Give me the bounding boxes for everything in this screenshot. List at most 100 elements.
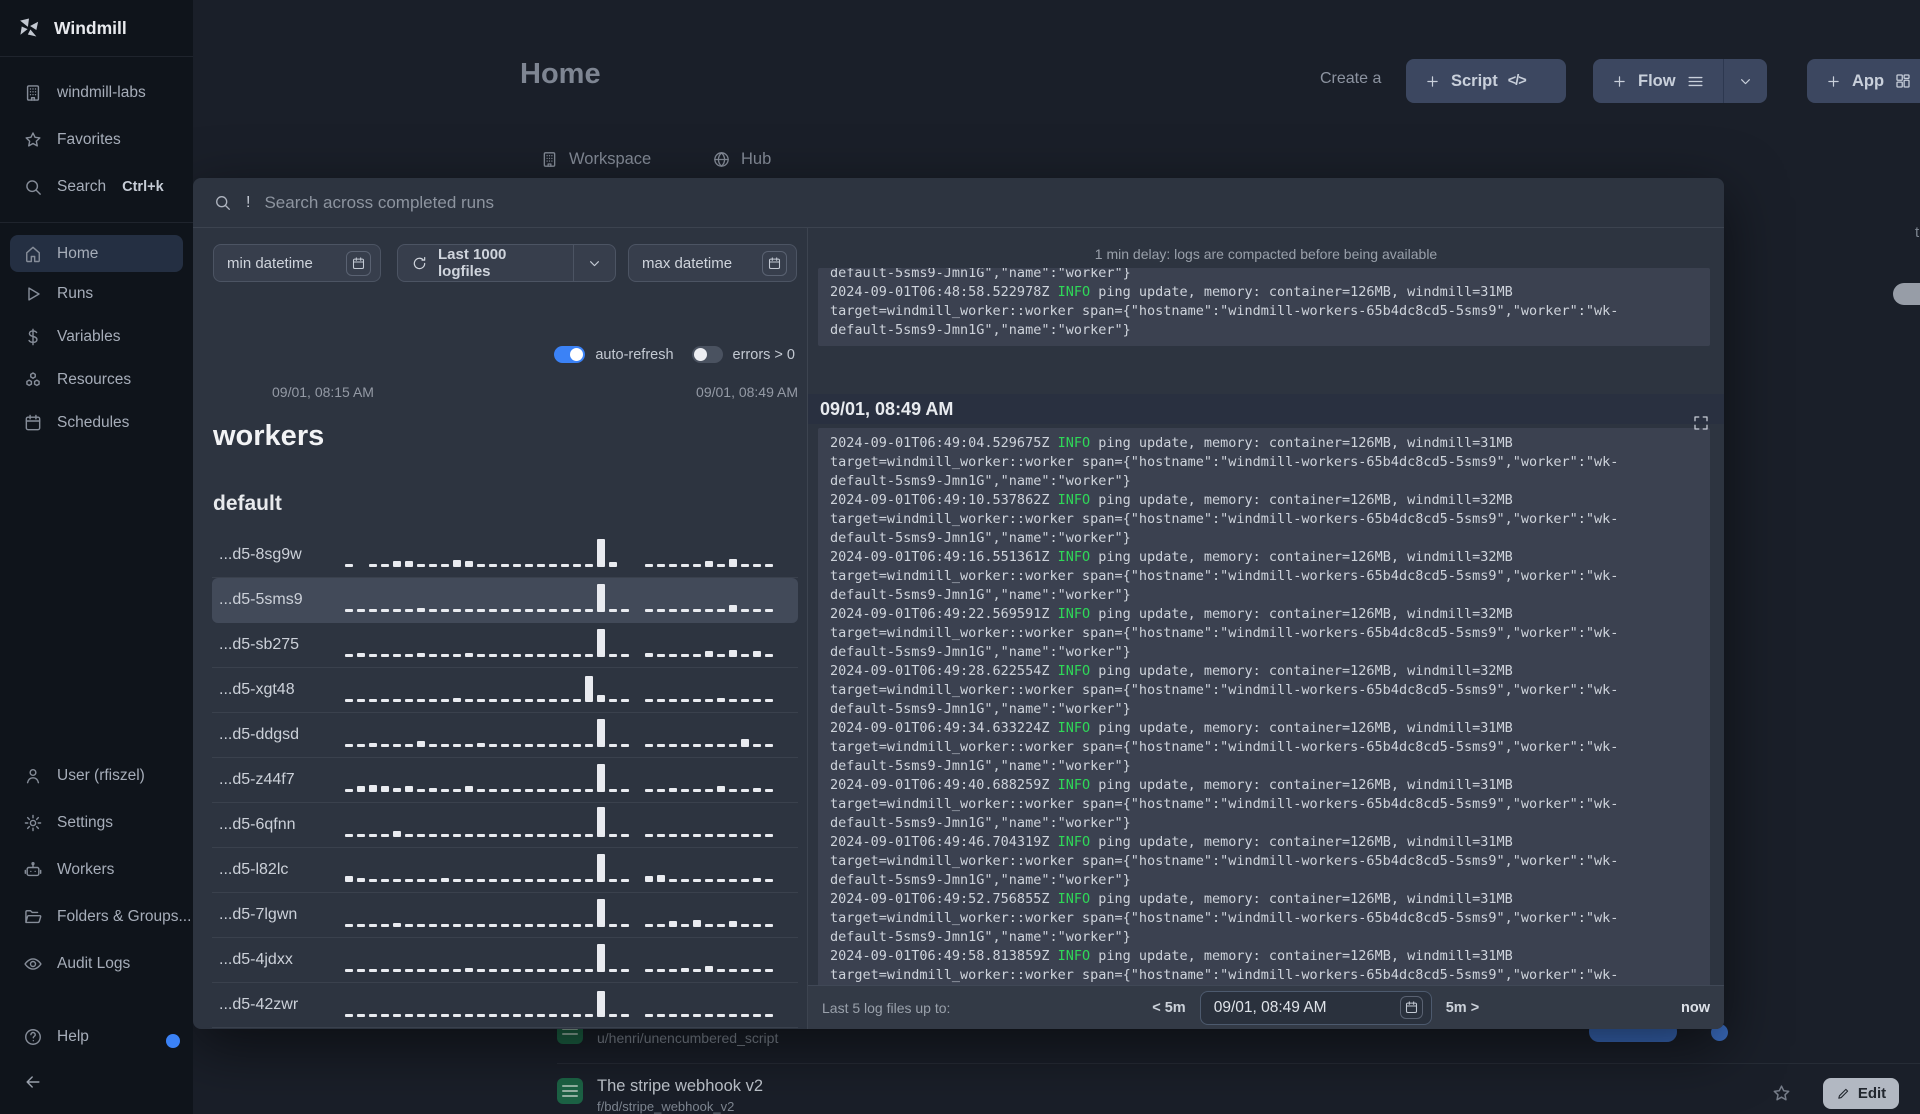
range-end-label: 09/01, 08:49 AM (696, 384, 798, 400)
log-entry-line: 2024-09-01T06:49:28.622554Z INFO ping up… (830, 663, 1513, 679)
worker-name: ...d5-z44f7 (219, 771, 295, 788)
log-entry-line: 2024-09-01T06:49:22.569591Z INFO ping up… (830, 606, 1513, 622)
worker-row[interactable]: ...d5-5sms9 (212, 578, 798, 623)
worker-row[interactable]: ...d5-ddgsd (212, 713, 798, 758)
script-path[interactable]: u/henri/unencumbered_script (597, 1030, 778, 1046)
create-app-button[interactable]: App (1807, 59, 1920, 103)
worker-logs-modal: ! min datetime Last 1000 logfiles max da… (193, 178, 1724, 1029)
log-entry-line: 2024-09-01T06:49:58.813859Z INFO ping up… (830, 948, 1513, 964)
worker-row[interactable]: ...d5-l82lc (212, 848, 798, 893)
collapse-sidebar-icon[interactable] (0, 1060, 193, 1104)
chevron-down-icon[interactable] (573, 245, 615, 281)
sidebar-item-folders-groups[interactable]: Folders & Groups... (0, 893, 193, 940)
worker-activity-sparkline (345, 674, 798, 706)
auto-refresh-label: auto-refresh (595, 346, 674, 363)
worker-row[interactable]: ...d5-8sg9w (212, 533, 798, 578)
tab-workspace[interactable]: Workspace (540, 150, 651, 169)
worker-name: ...d5-l82lc (219, 861, 289, 878)
sidebar-item-workers[interactable]: Workers (0, 846, 193, 893)
worker-row[interactable]: ...d5-4jdxx (212, 938, 798, 983)
sidebar-item-schedules[interactable]: Schedules (0, 401, 193, 444)
home-icon (23, 244, 43, 264)
worker-name: ...d5-7lgwn (219, 906, 298, 923)
logfiles-select[interactable]: Last 1000 logfiles (397, 244, 616, 282)
worker-name: ...d5-8sg9w (219, 546, 302, 563)
plus-icon (1611, 73, 1628, 90)
search-icon (23, 177, 43, 197)
pencil-icon (1836, 1086, 1851, 1101)
sidebar-item-resources[interactable]: Resources (0, 358, 193, 401)
sidebar-item-search[interactable]: Search Ctrl+k (0, 163, 193, 210)
footer-label: Last 5 log files up to: (822, 999, 951, 1016)
auto-refresh-toggle[interactable] (554, 346, 586, 363)
worker-activity-sparkline (345, 944, 798, 976)
sidebar-item-user-rfiszel[interactable]: User (rfiszel) (0, 752, 193, 799)
sidebar-item-settings[interactable]: Settings (0, 799, 193, 846)
worker-activity-sparkline (345, 584, 798, 616)
page-title: Home (520, 58, 601, 90)
building-icon (540, 150, 559, 169)
calendar-icon (23, 413, 43, 433)
range-start-label: 09/01, 08:15 AM (272, 384, 374, 400)
item-title[interactable]: The stripe webhook v2 (597, 1077, 763, 1096)
log-section-header: 09/01, 08:49 AM (808, 394, 1724, 424)
worker-row[interactable]: ...d5-6qfnn (212, 803, 798, 848)
calendar-icon[interactable] (1399, 996, 1423, 1019)
truncated-text: t (1915, 224, 1920, 241)
worker-name: ...d5-sb275 (219, 636, 300, 653)
delay-note: 1 min delay: logs are compacted before b… (1094, 246, 1438, 262)
flow-dropdown-chevron[interactable] (1722, 59, 1767, 103)
log-footer: Last 5 log files up to: < 5m 09/01, 08:4… (808, 985, 1724, 1029)
create-script-button[interactable]: Script </> (1406, 59, 1566, 103)
worker-row[interactable]: ...d5-gtm94 (212, 1028, 798, 1029)
sidebar-item-audit-logs[interactable]: Audit Logs (0, 940, 193, 987)
worker-activity-sparkline (345, 989, 798, 1021)
plus-icon (1424, 73, 1441, 90)
sidebar-item-windmill-labs[interactable]: windmill-labs (0, 69, 193, 116)
expand-icon[interactable] (1692, 414, 1710, 432)
refresh-icon (411, 255, 428, 272)
log-entry-line: 2024-09-01T06:48:58.522978Z INFO ping up… (830, 284, 1513, 300)
calendar-icon[interactable] (762, 250, 787, 276)
log-entry-line: 2024-09-01T06:49:34.633224Z INFO ping up… (830, 720, 1513, 736)
min-datetime-input[interactable]: min datetime (213, 244, 381, 282)
item-path: f/bd/stripe_webhook_v2 (597, 1099, 735, 1114)
forward-5m-button[interactable]: 5m > (1446, 1000, 1479, 1016)
log-entry-line: 2024-09-01T06:49:40.688259Z INFO ping up… (830, 777, 1513, 793)
worker-row[interactable]: ...d5-xgt48 (212, 668, 798, 713)
calendar-icon[interactable] (346, 250, 371, 276)
workers-title: workers (213, 420, 325, 452)
background-pill-button[interactable] (1893, 283, 1920, 305)
create-flow-button[interactable]: Flow (1593, 59, 1767, 103)
worker-row[interactable]: ...d5-z44f7 (212, 758, 798, 803)
plus-icon (1825, 73, 1842, 90)
worker-row[interactable]: ...d5-42zwr (212, 983, 798, 1028)
eye-icon (23, 954, 43, 974)
row-divider (557, 1063, 1920, 1064)
star-icon[interactable] (1771, 1083, 1792, 1104)
worker-activity-sparkline (345, 629, 798, 661)
edit-button[interactable]: Edit (1823, 1078, 1899, 1109)
worker-name: ...d5-xgt48 (219, 681, 295, 698)
sidebar-item-favorites[interactable]: Favorites (0, 116, 193, 163)
log-entry-line: 2024-09-01T06:49:04.529675Z INFO ping up… (830, 435, 1513, 451)
app-logo[interactable]: Windmill (0, 0, 193, 57)
max-datetime-input[interactable]: max datetime (628, 244, 797, 282)
log-file-current: 2024-09-01T06:49:04.529675Z INFO ping up… (818, 428, 1710, 1016)
back-5m-button[interactable]: < 5m (1152, 1000, 1185, 1016)
now-button[interactable]: now (1681, 1000, 1710, 1016)
worker-name: ...d5-42zwr (219, 996, 299, 1013)
log-search-bar[interactable]: ! (193, 178, 1724, 228)
tab-hub[interactable]: Hub (712, 150, 771, 169)
sidebar-item-home[interactable]: Home (10, 235, 183, 272)
worker-row[interactable]: ...d5-7lgwn (212, 893, 798, 938)
errors-toggle[interactable] (691, 346, 723, 363)
worker-row[interactable]: ...d5-sb275 (212, 623, 798, 668)
footer-datetime-input[interactable]: 09/01, 08:49 AM (1199, 990, 1432, 1025)
sidebar-item-runs[interactable]: Runs (0, 272, 193, 315)
sidebar-item-help[interactable]: Help (0, 1013, 193, 1060)
sidebar-item-variables[interactable]: Variables (0, 315, 193, 358)
grid-icon (1894, 72, 1912, 90)
help-icon (23, 1027, 43, 1047)
search-input[interactable] (264, 192, 1704, 213)
